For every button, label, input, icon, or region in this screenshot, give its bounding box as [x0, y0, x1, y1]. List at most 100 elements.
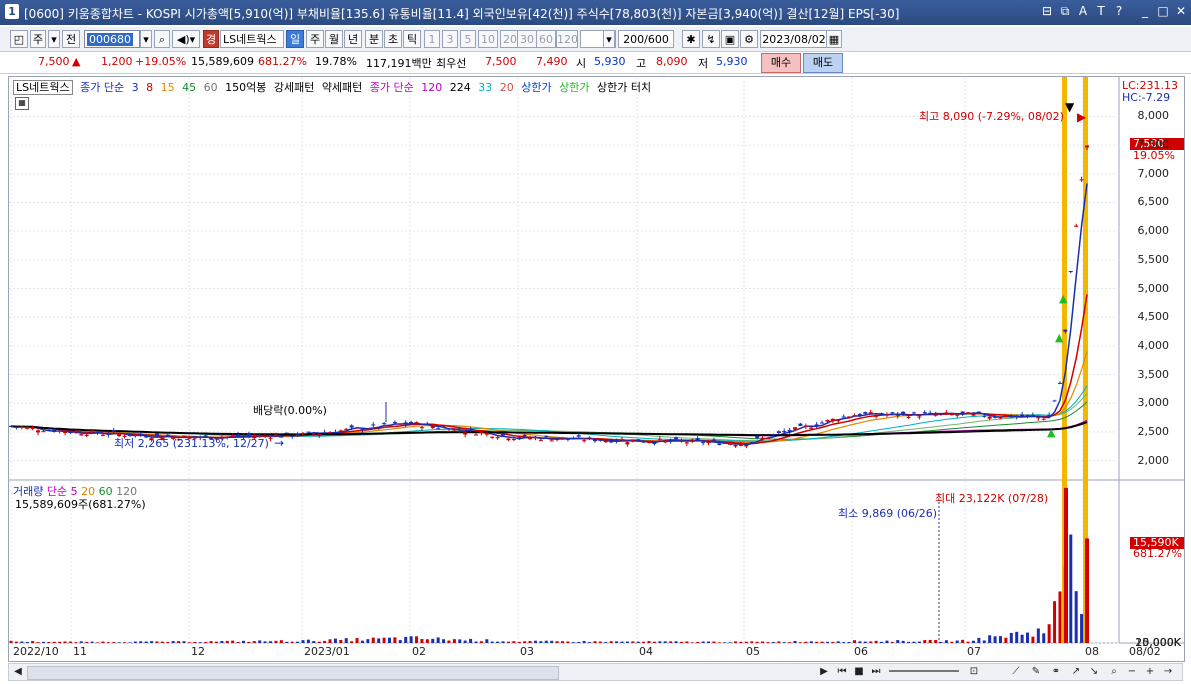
text-a-icon[interactable]: A	[1076, 4, 1090, 19]
stock-name-field[interactable]: LS네트웍스	[220, 30, 284, 48]
scroll-left-icon[interactable]: ◀	[11, 665, 25, 679]
volume-bar	[52, 641, 56, 643]
interval-120[interactable]: 120	[556, 30, 578, 48]
volume-bar	[609, 641, 613, 643]
chart-canvas[interactable]: ▼▶ → ▲ ▲ ▲	[9, 77, 1184, 661]
link-icon[interactable]: ⚭	[1049, 665, 1063, 679]
settings-gear-icon[interactable]: ⚙	[740, 30, 758, 48]
line-tool-icon[interactable]: ⟋	[1009, 665, 1023, 679]
menu-icon[interactable]: ◰	[10, 30, 28, 48]
stock-type-button[interactable]: 주	[30, 30, 46, 48]
tool-icon-1[interactable]: ✱	[682, 30, 700, 48]
help-icon[interactable]: ?	[1112, 4, 1126, 19]
sound-icon[interactable]: ◀)▾	[172, 30, 200, 48]
volume-bar	[209, 641, 213, 643]
code-dropdown-icon[interactable]: ▾	[140, 30, 152, 48]
period-day-tab[interactable]: 일	[286, 30, 304, 48]
layout-icon[interactable]: ⊟	[1040, 4, 1054, 19]
count-input[interactable]: 200/600	[618, 30, 674, 48]
candle-body	[52, 429, 57, 432]
alert-badge[interactable]: 경	[203, 30, 219, 48]
candle-body	[111, 430, 116, 432]
volume-bar	[928, 639, 932, 643]
prev-button[interactable]: 전	[62, 30, 80, 48]
interval-5[interactable]: 5	[460, 30, 476, 48]
low-arrow-icon: →	[274, 436, 284, 450]
interval-60[interactable]: 60	[536, 30, 556, 48]
stock-code-input[interactable]: 000680	[84, 30, 140, 48]
volume-bar	[31, 641, 35, 643]
quote-best-label: 최우선	[436, 57, 467, 70]
candle-body	[528, 438, 533, 440]
dividend-annotation: 배당락(0.00%)	[253, 404, 327, 417]
close-icon[interactable]: ✕	[1174, 4, 1188, 19]
volume-bar	[485, 639, 489, 643]
interval-10[interactable]: 10	[478, 30, 498, 48]
volume-bar	[1053, 601, 1057, 643]
interval-3[interactable]: 3	[442, 30, 458, 48]
stop-icon[interactable]: ■	[852, 665, 866, 679]
candle-body	[955, 414, 960, 416]
grid-toggle-icon[interactable]: ▦	[15, 97, 29, 110]
chart-panel[interactable]: ▼ ▶ → ▲ ▲ ▲ LS네트웍스 종가 단순 3 8 15 45 60 150억봉 강…	[8, 76, 1185, 662]
candle-body	[506, 438, 511, 441]
interval-1[interactable]: 1	[424, 30, 440, 48]
minimize-icon[interactable]: _	[1138, 4, 1152, 19]
interval-30[interactable]: 30	[517, 30, 537, 48]
scroll-thumb[interactable]	[27, 666, 559, 680]
period-second-tab[interactable]: 초	[384, 30, 402, 48]
candle-body	[906, 417, 911, 419]
candle-body	[576, 435, 581, 437]
chart-scroll-bar[interactable]: ◀ ▶ ⏮ ■ ⏭ ⊡ ⟋ ✎ ⚭ ↗ ↘ ⌕ − + →	[8, 663, 1183, 681]
first-icon[interactable]: ⏮	[835, 665, 849, 679]
quote-volume: 15,589,609	[191, 55, 254, 68]
volume-bar	[652, 641, 656, 643]
search-chart-icon[interactable]: ⌕	[1107, 665, 1121, 679]
trend2-icon[interactable]: ↘	[1087, 665, 1101, 679]
zoom-slider[interactable]	[889, 670, 959, 672]
volume-bar	[588, 642, 592, 643]
date-input[interactable]: 2023/08/02	[760, 30, 828, 48]
sell-button[interactable]: 매도	[803, 53, 843, 73]
period-minute-tab[interactable]: 분	[365, 30, 383, 48]
draw-icon[interactable]: ✎	[1029, 665, 1043, 679]
volume-bar	[896, 640, 900, 643]
period-month-tab[interactable]: 월	[325, 30, 343, 48]
period-week-tab[interactable]: 주	[306, 30, 324, 48]
tool-icon-2[interactable]: ↯	[702, 30, 720, 48]
next-icon[interactable]: ⏭	[869, 665, 883, 679]
volume-bar	[479, 641, 483, 643]
volume-max-annotation: 최대 23,122K (07/28)	[935, 492, 1049, 505]
candle-body	[349, 425, 354, 428]
candle-body	[836, 420, 841, 422]
calendar-icon[interactable]: ▦	[826, 30, 842, 48]
candle-body	[333, 432, 338, 434]
fit-icon[interactable]: ⊡	[967, 665, 981, 679]
volume-bar	[474, 641, 478, 643]
volume-bar	[306, 639, 310, 643]
buy-button[interactable]: 매수	[761, 53, 801, 73]
period-tick-tab[interactable]: 틱	[403, 30, 421, 48]
quote-turnover: 19.78%	[315, 55, 357, 68]
save-icon[interactable]: ▣	[721, 30, 739, 48]
pan-icon[interactable]: →	[1161, 665, 1175, 679]
trend-icon[interactable]: ↗	[1069, 665, 1083, 679]
candle-body	[717, 443, 722, 446]
copy-icon[interactable]: ⧉	[1058, 4, 1072, 19]
scroll-right-icon[interactable]: ▶	[817, 665, 831, 679]
text-t-icon[interactable]: T	[1094, 4, 1108, 19]
interval-dropdown-icon[interactable]: ▾	[603, 30, 615, 48]
volume-bar	[344, 638, 348, 643]
volume-bar	[296, 641, 300, 643]
maximize-icon[interactable]: □	[1156, 4, 1170, 19]
candle-body	[414, 422, 419, 424]
search-icon[interactable]: ⌕	[154, 30, 170, 48]
volume-bar	[966, 641, 970, 643]
volume-bar	[750, 641, 754, 643]
zoom-out-icon[interactable]: −	[1125, 665, 1139, 679]
stock-type-dropdown-icon[interactable]: ▾	[48, 30, 60, 48]
period-year-tab[interactable]: 년	[344, 30, 362, 48]
candle-body	[706, 442, 711, 444]
candle-body	[446, 431, 451, 433]
zoom-in-icon[interactable]: +	[1143, 665, 1157, 679]
